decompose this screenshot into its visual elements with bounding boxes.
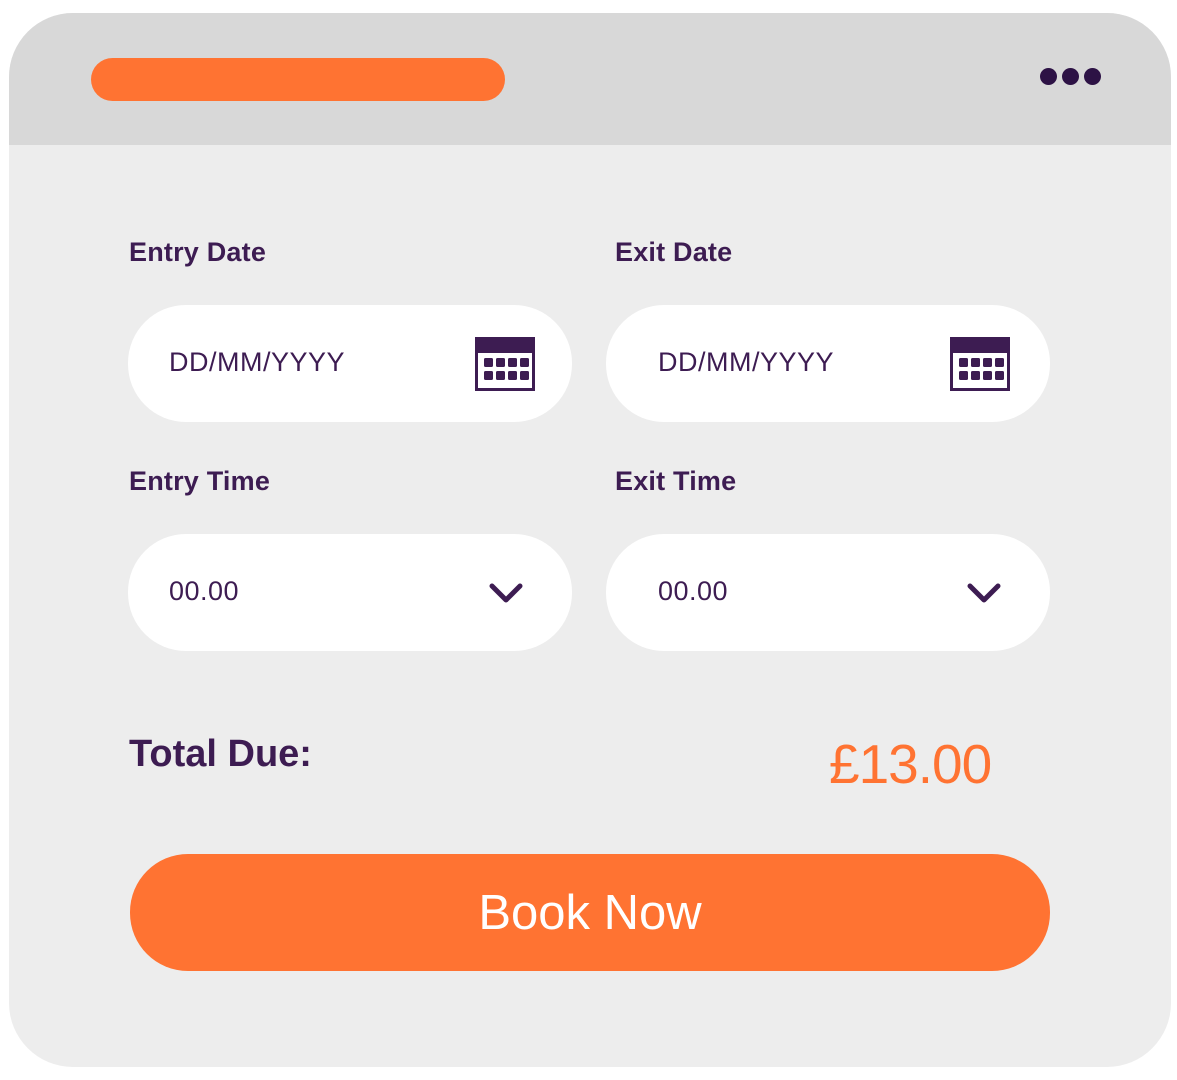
total-due-label: Total Due: (129, 733, 312, 775)
browser-window: Entry Date DD/MM/YYYY Exit Date DD/MM/YY… (9, 13, 1171, 1067)
more-dots-icon[interactable] (1038, 67, 1104, 87)
chevron-down-icon[interactable] (966, 581, 1002, 605)
exit-date-field[interactable]: DD/MM/YYYY (606, 305, 1050, 422)
dot (1062, 68, 1079, 85)
exit-date-label: Exit Date (615, 237, 733, 267)
exit-date-placeholder: DD/MM/YYYY (658, 347, 835, 377)
calendar-icon[interactable] (950, 337, 1010, 391)
entry-time-select[interactable]: 00.00 (128, 534, 572, 651)
exit-time-select[interactable]: 00.00 (606, 534, 1050, 651)
entry-time-value: 00.00 (169, 576, 240, 606)
dot (1084, 68, 1101, 85)
calendar-icon[interactable] (475, 337, 535, 391)
total-due-amount: £13.00 (829, 733, 992, 795)
chevron-down-icon[interactable] (488, 581, 524, 605)
title-bar (9, 13, 1171, 145)
exit-time-value: 00.00 (658, 576, 729, 606)
address-bar-placeholder (91, 58, 505, 101)
entry-date-placeholder: DD/MM/YYYY (169, 347, 346, 377)
entry-date-field[interactable]: DD/MM/YYYY (128, 305, 572, 422)
entry-time-label: Entry Time (129, 466, 271, 496)
dot (1040, 68, 1057, 85)
exit-time-label: Exit Time (615, 466, 737, 496)
book-now-button[interactable]: Book Now (130, 854, 1050, 971)
entry-date-label: Entry Date (129, 237, 267, 267)
